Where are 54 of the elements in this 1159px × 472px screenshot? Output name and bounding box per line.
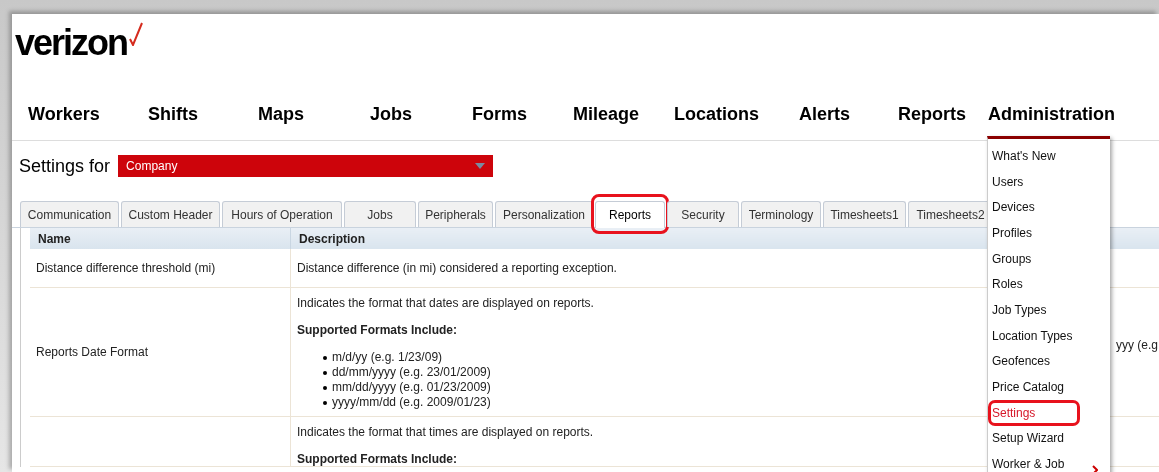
format-option: mm/dd/yyyy (e.g. 01/23/2009) xyxy=(332,380,491,395)
settings-label: Settings for xyxy=(19,155,111,177)
menu-item[interactable]: Settings xyxy=(992,405,1036,420)
description-text: yyy (e.g. xyxy=(1116,338,1159,352)
setting-description: Distance difference (in mi) considered a reporting exception. xyxy=(297,261,617,275)
column-header: Name xyxy=(30,228,291,249)
settings-tab[interactable]: Communication xyxy=(20,201,119,227)
menu-item[interactable]: Price Catalog xyxy=(992,380,1065,395)
formats-heading: Supported Formats Include: xyxy=(297,452,457,466)
setting-name: Reports Date Format xyxy=(36,345,149,359)
settings-tab[interactable]: Terminology xyxy=(741,201,821,227)
nav-link[interactable]: Forms xyxy=(472,103,527,124)
setting-name: Distance difference threshold (mi) xyxy=(36,261,216,275)
nav-link[interactable]: Locations xyxy=(674,103,759,124)
menu-item[interactable]: Roles xyxy=(992,277,1023,292)
nav-link[interactable]: Mileage xyxy=(573,103,640,124)
format-option: dd/mm/yyyy (e.g. 23/01/2009) xyxy=(332,365,491,380)
nav-link[interactable]: Workers xyxy=(28,103,100,124)
settings-tab[interactable]: Security xyxy=(667,201,739,227)
settings-tab[interactable]: Hours of Operation xyxy=(222,201,342,227)
menu-item[interactable]: Profiles xyxy=(992,225,1032,240)
bullet-icon xyxy=(323,355,327,360)
menu-item[interactable]: Users xyxy=(992,174,1024,189)
nav-link[interactable]: Reports xyxy=(898,103,966,124)
bullet-icon xyxy=(323,385,327,390)
setting-description: Indicates the format that times are displayed on reports. xyxy=(297,425,594,439)
menu-item[interactable]: Groups xyxy=(992,251,1032,266)
nav-link[interactable]: Administration xyxy=(988,103,1115,124)
format-option: m/d/yy (e.g. 1/23/09) xyxy=(332,350,443,365)
settings-tab[interactable]: Reports xyxy=(595,201,665,228)
nav-link[interactable]: Alerts xyxy=(799,103,851,124)
menu-item[interactable]: Geofences xyxy=(992,354,1051,369)
menu-item[interactable]: Worker & Job xyxy=(992,457,1065,472)
settings-tab[interactable]: Custom Header xyxy=(121,201,220,227)
nav-link[interactable]: Maps xyxy=(258,103,304,124)
menu-item[interactable]: Location Types xyxy=(992,328,1073,343)
settings-tab[interactable]: Timesheets1 xyxy=(823,201,906,227)
verizon-logo: verizon xyxy=(15,24,144,62)
bullet-icon xyxy=(323,400,327,405)
nav-link[interactable]: Jobs xyxy=(370,103,412,124)
menu-item[interactable]: Devices xyxy=(992,200,1035,215)
company-dropdown[interactable]: Company xyxy=(118,155,494,177)
formats-heading: Supported Formats Include: xyxy=(297,323,457,337)
settings-tab[interactable]: Jobs xyxy=(344,201,416,227)
caret-icon xyxy=(475,163,486,169)
menu-item[interactable]: What's New xyxy=(992,148,1056,163)
settings-tab[interactable]: Peripherals xyxy=(418,201,493,227)
menu-item[interactable]: Setup Wizard xyxy=(992,431,1065,446)
settings-tab[interactable]: Personalization xyxy=(495,201,593,227)
format-option: yyyy/mm/dd (e.g. 2009/01/23) xyxy=(332,395,491,410)
setting-description: Indicates the format that dates are displayed on reports. xyxy=(297,296,594,310)
menu-item[interactable]: Job Types xyxy=(992,302,1047,317)
nav-link[interactable]: Shifts xyxy=(148,103,198,124)
bullet-icon xyxy=(323,370,327,375)
